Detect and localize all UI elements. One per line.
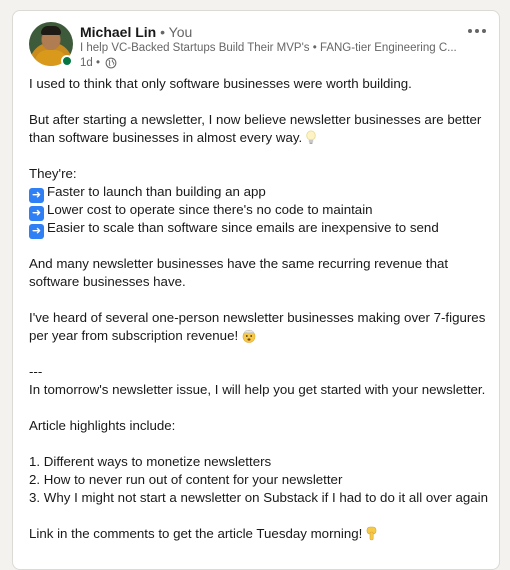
pointing-down-emoji-icon — [367, 526, 377, 541]
author-name[interactable]: Michael Lin — [80, 24, 156, 40]
lightbulb-icon — [306, 130, 316, 144]
post-paragraph-2-line-1: But after starting a newsletter, I now b… — [29, 112, 482, 127]
post-body: I used to think that only software busin… — [29, 75, 497, 543]
post-meta: 1d • — [80, 57, 117, 69]
mind-blown-emoji-icon — [242, 330, 256, 343]
name-separator: • — [160, 24, 166, 40]
more-options-button[interactable] — [463, 21, 491, 41]
post-paragraph-5-line-2-row: per year from subscription revenue! — [29, 327, 497, 345]
globe-icon — [105, 57, 117, 69]
post-intro: I used to think that only software busin… — [29, 76, 412, 91]
more-dot — [475, 29, 479, 33]
bullet-text-1: Faster to launch than building an app — [47, 184, 266, 199]
bullet-item-3: ➜ Easier to scale than software since ema… — [29, 219, 497, 239]
tomorrow-text: In tomorrow's newsletter issue, I will h… — [29, 382, 486, 397]
more-dot — [468, 29, 472, 33]
post-time: 1d • — [80, 57, 101, 69]
post-paragraph-4-line-1: And many newsletter businesses have the … — [29, 256, 449, 271]
bullet-item-2: ➜ Lower cost to operate since there's no … — [29, 201, 497, 221]
highlights-intro: Article highlights include: — [29, 418, 176, 433]
theyre-label: They're: — [29, 166, 77, 181]
author-name-row: Michael Lin • You — [80, 24, 192, 40]
cta-row: Link in the comments to get the article … — [29, 525, 497, 543]
divider-text: --- — [29, 364, 43, 379]
post-paragraph-2-line-2: than software businesses in almost every… — [29, 130, 303, 145]
post-paragraph-5-line-1: I've heard of several one-person newslet… — [29, 310, 486, 325]
highlight-item-1: 1. Different ways to monetize newsletter… — [29, 454, 272, 469]
post-card: Michael Lin • You I help VC-Backed Start… — [12, 10, 500, 570]
bullet-item-1: ➜ Faster to launch than building an app — [29, 183, 497, 203]
post-paragraph-5-line-2: per year from subscription revenue! — [29, 328, 239, 343]
highlight-item-3: 3. Why I might not start a newsletter on… — [29, 490, 488, 505]
right-arrow-box-icon: ➜ — [29, 224, 44, 239]
bullet-text-3: Easier to scale than software since emai… — [47, 220, 439, 235]
highlight-item-2: 2. How to never run out of content for y… — [29, 472, 343, 487]
more-dot — [482, 29, 486, 33]
post-paragraph-2-line-2-row: than software businesses in almost every… — [29, 129, 497, 147]
bullet-text-2: Lower cost to operate since there's no c… — [47, 202, 373, 217]
author-headline: I help VC-Backed Startups Build Their MV… — [80, 42, 457, 54]
you-label: You — [168, 24, 193, 40]
post-paragraph-4-line-2: software businesses have. — [29, 274, 186, 289]
online-status-icon — [61, 55, 73, 67]
cta-text: Link in the comments to get the article … — [29, 526, 363, 541]
